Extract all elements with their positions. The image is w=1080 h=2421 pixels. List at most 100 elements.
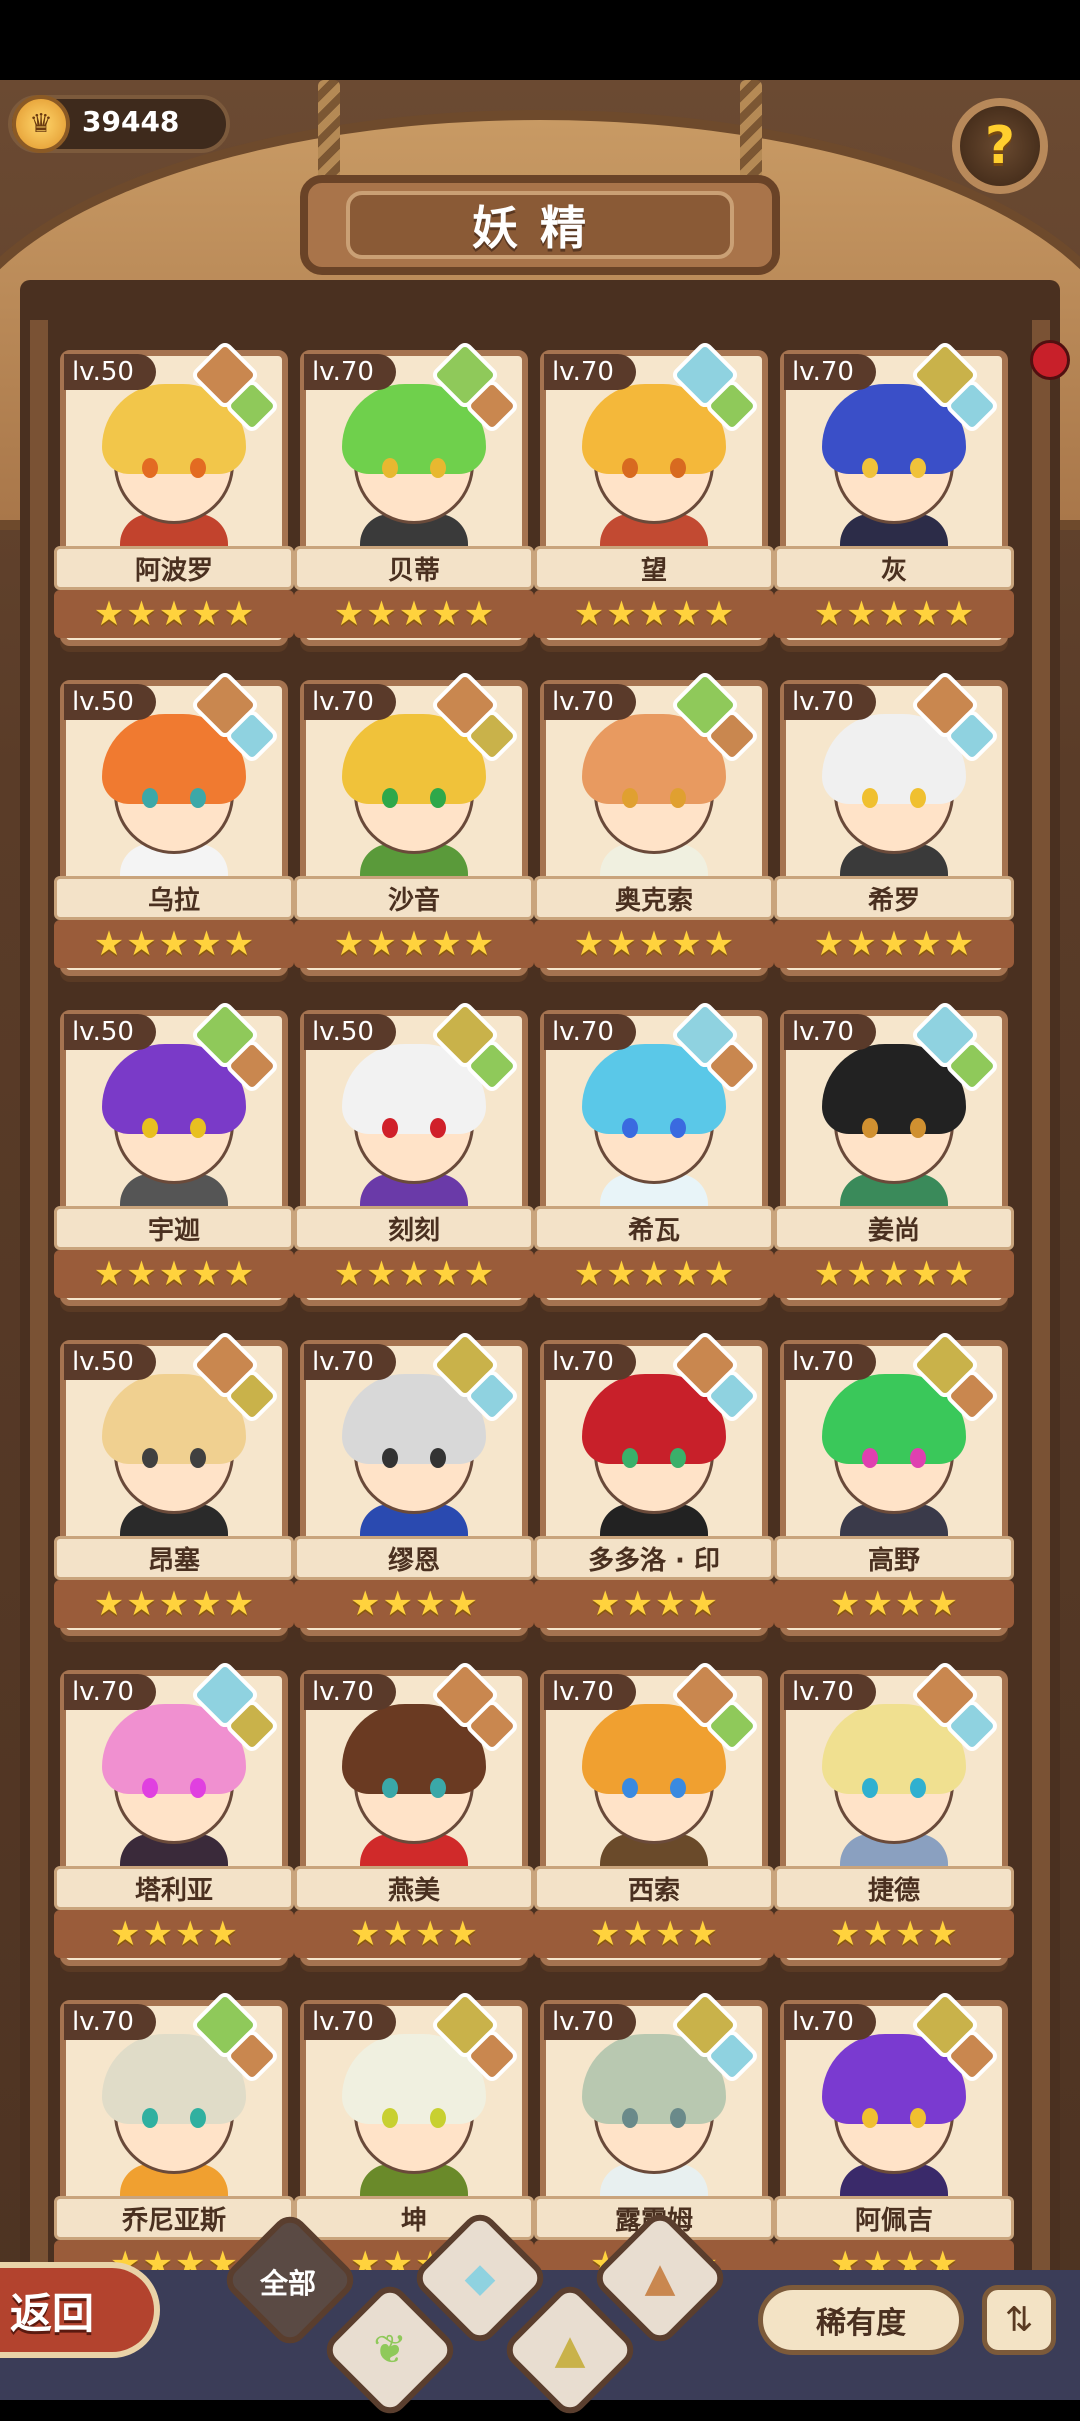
star-icon: ★ (573, 1254, 605, 1294)
portrait-eye-right (430, 1118, 446, 1138)
star-icon: ★ (158, 1254, 190, 1294)
star-icon: ★ (862, 1584, 893, 1624)
star-icon: ★ (158, 1584, 190, 1624)
star-icon: ★ (431, 1254, 462, 1294)
portrait-eye-left (862, 788, 878, 808)
fairy-card[interactable]: lv.70 望 ★ ★ ★ ★ ★ (534, 339, 774, 646)
star-icon: ★ (606, 1254, 637, 1294)
portrait-eye-right (190, 788, 206, 808)
star-rating: ★★★★ (294, 1910, 534, 1958)
star-rating: ★ ★ ★ ★ ★ (534, 920, 774, 968)
star-icon: ★ (126, 594, 157, 634)
star-icon: ★ (366, 1254, 397, 1294)
fairy-card[interactable]: lv.70 奥克索 ★ ★ ★ ★ ★ (534, 669, 774, 976)
fairy-name: 昂塞 (54, 1536, 294, 1580)
portrait-eye-right (910, 1778, 926, 1798)
portrait-eye-right (430, 2108, 446, 2128)
star-icon: ★ (333, 924, 365, 964)
star-icon: ★ (655, 1584, 686, 1624)
star-icon: ★ (463, 594, 495, 634)
star-icon: ★ (350, 1584, 381, 1624)
back-label: 返回 (10, 2288, 95, 2338)
star-rating: ★ ★ ★ ★ ★ (54, 590, 294, 638)
fairy-collection-screen: 妖精 ♛ 39448 ? lv.50 阿波罗 ★ ★ ★ ★ ★ lv.70 贝蒂 ★ ★ ★ ★ ★ lv… (0, 80, 1080, 2400)
sort-order-button[interactable]: ⇅ (982, 2285, 1056, 2355)
level-badge: lv.70 (304, 1674, 396, 1710)
coin-icon: ♛ (12, 95, 70, 153)
fairy-card[interactable]: lv.50 宇迦 ★ ★ ★ ★ ★ (54, 999, 294, 1306)
fairy-name: 望 (534, 546, 774, 590)
fairy-card[interactable]: lv.70 姜尚 ★ ★ ★ ★ ★ (774, 999, 1014, 1306)
star-icon: ★ (655, 1914, 686, 1954)
star-rating: ★ ★ ★ ★ ★ (54, 920, 294, 968)
fairy-card[interactable]: lv.50 刻刻 ★ ★ ★ ★ ★ (294, 999, 534, 1306)
fairy-name: 希瓦 (534, 1206, 774, 1250)
portrait-eye-left (862, 1118, 878, 1138)
star-icon: ★ (927, 1584, 958, 1624)
portrait-eye-right (190, 458, 206, 478)
level-badge: lv.70 (544, 1344, 636, 1380)
fairy-card[interactable]: lv.70 塔利亚 ★ ★ ★ ★ (54, 1659, 294, 1966)
fairy-name: 缪恩 (294, 1536, 534, 1580)
star-icon: ★ (943, 924, 975, 964)
leaf-icon: ❦ (373, 2327, 407, 2373)
sort-icon: ⇅ (1004, 2300, 1034, 2340)
star-rating: ★★★★ (774, 1910, 1014, 1958)
star-icon: ★ (366, 924, 397, 964)
portrait-eye-left (862, 458, 878, 478)
fairy-name: 阿佩吉 (774, 2196, 1014, 2240)
fairy-card[interactable]: lv.70 高野 ★ ★ ★ ★ (774, 1329, 1014, 1636)
portrait-eye-left (862, 1778, 878, 1798)
star-icon: ★ (126, 1584, 157, 1624)
fairy-card[interactable]: lv.50 乌拉 ★ ★ ★ ★ ★ (54, 669, 294, 976)
currency-value: 39448 (82, 105, 180, 138)
star-icon: ★ (415, 1584, 446, 1624)
help-button[interactable]: ? (952, 98, 1048, 194)
portrait-eye-left (622, 458, 638, 478)
portrait-eye-right (430, 788, 446, 808)
portrait-eye-right (670, 458, 686, 478)
fairy-name: 阿波罗 (54, 546, 294, 590)
level-badge: lv.70 (544, 2004, 636, 2040)
star-icon: ★ (382, 1914, 413, 1954)
star-icon: ★ (830, 1584, 861, 1624)
fairy-card[interactable]: lv.70 沙音 ★ ★ ★ ★ ★ (294, 669, 534, 976)
star-icon: ★ (638, 924, 670, 964)
star-icon: ★ (943, 1254, 975, 1294)
level-badge: lv.70 (784, 684, 876, 720)
fairy-card[interactable]: lv.70 希罗 ★ ★ ★ ★ ★ (774, 669, 1014, 976)
portrait-eye-left (622, 1448, 638, 1468)
fairy-card[interactable]: lv.70 灰 ★ ★ ★ ★ ★ (774, 339, 1014, 646)
fairy-card[interactable]: lv.70 阿佩吉 ★ ★ ★ ★ (774, 1989, 1014, 2296)
page-title: 妖精 (346, 191, 734, 259)
star-icon: ★ (333, 1254, 365, 1294)
level-badge: lv.50 (64, 354, 156, 390)
level-badge: lv.70 (544, 354, 636, 390)
star-rating: ★ ★ ★ ★ ★ (774, 920, 1014, 968)
fairy-name: 燕美 (294, 1866, 534, 1910)
fairy-card[interactable]: lv.70 贝蒂 ★ ★ ★ ★ ★ (294, 339, 534, 646)
fairy-card[interactable]: lv.70 捷德 ★ ★ ★ ★ (774, 1659, 1014, 1966)
back-button[interactable]: 返回 (0, 2262, 160, 2358)
level-badge: lv.50 (304, 1014, 396, 1050)
volcano-icon: ▲ (644, 2255, 676, 2301)
fairy-card[interactable]: lv.50 阿波罗 ★ ★ ★ ★ ★ (54, 339, 294, 646)
fairy-card[interactable]: lv.50 昂塞 ★ ★ ★ ★ ★ (54, 1329, 294, 1636)
portrait-eye-right (670, 1778, 686, 1798)
star-icon: ★ (703, 924, 735, 964)
currency-display: ♛ 39448 (8, 95, 230, 153)
fairy-card[interactable]: lv.70 燕美 ★ ★ ★ ★ (294, 1659, 534, 1966)
fairy-card[interactable]: lv.70 希瓦 ★ ★ ★ ★ ★ (534, 999, 774, 1306)
fairy-card[interactable]: lv.70 多多洛 · 印 ★ ★ ★ ★ (534, 1329, 774, 1636)
fairy-card[interactable]: lv.70 缪恩 ★ ★ ★ ★ (294, 1329, 534, 1636)
star-icon: ★ (687, 1914, 718, 1954)
fairy-name: 刻刻 (294, 1206, 534, 1250)
fairy-card[interactable]: lv.70 西索 ★ ★ ★ ★ (534, 1659, 774, 1966)
sort-rarity-button[interactable]: 稀有度 (758, 2285, 964, 2355)
portrait-eye-left (862, 1448, 878, 1468)
star-icon: ★ (813, 594, 845, 634)
mountain-icon: ▲ (554, 2327, 586, 2373)
star-rating: ★ ★ ★ ★ ★ (774, 1250, 1014, 1298)
fairy-name: 宇迦 (54, 1206, 294, 1250)
star-icon: ★ (878, 594, 910, 634)
